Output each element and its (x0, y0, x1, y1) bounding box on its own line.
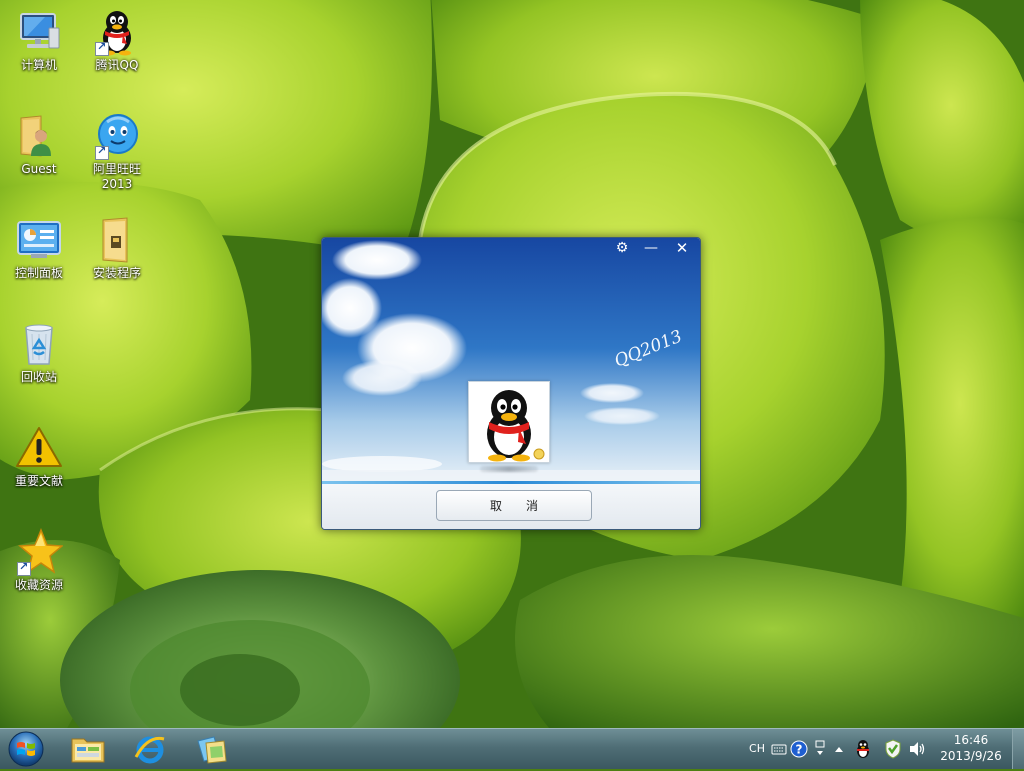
close-icon: ✕ (675, 239, 689, 257)
desktop-icon-label: 腾讯QQ (95, 58, 139, 72)
desktop-icon-documents[interactable]: 重要文献 (2, 424, 76, 489)
input-options-button[interactable] (814, 739, 826, 759)
taskbar-ie-button[interactable] (128, 731, 172, 767)
clock-date: 2013/9/26 (940, 749, 1002, 763)
clock-time: 16:46 (953, 733, 989, 747)
libraries-icon (197, 736, 227, 764)
input-options-icon (815, 740, 825, 755)
desktop-icon-label: 重要文献 (14, 474, 63, 488)
settings-button[interactable]: ⚙ (608, 239, 636, 258)
windows-start-icon (8, 731, 44, 767)
desktop-icon-label: 收藏资源 (14, 578, 63, 592)
desktop-icon-setup[interactable]: 安装程序 (80, 216, 154, 281)
desktop-icon-label: Guest (21, 162, 57, 176)
qq-login-window[interactable]: QQ2013 ⚙ — ✕ 取 消 (321, 237, 701, 530)
keyboard-button[interactable] (770, 739, 788, 759)
warning-icon (15, 424, 63, 472)
clock[interactable]: 16:46 2013/9/26 (936, 732, 1006, 764)
qq-penguin-icon (857, 740, 869, 758)
desktop-icon-label: 阿里旺旺 2013 (92, 162, 141, 191)
shield-icon (885, 739, 901, 759)
tray-qq-button[interactable] (854, 739, 872, 759)
close-button[interactable]: ✕ (666, 239, 698, 258)
speaker-icon (910, 742, 925, 756)
show-hidden-icons-button[interactable] (832, 739, 846, 759)
shortcut-arrow-icon (17, 560, 31, 576)
aliwangwang-icon (93, 112, 141, 160)
avatar (468, 381, 550, 463)
taskbar: CH ? 16:46 2013/9/26 (0, 728, 1024, 769)
svg-text:?: ? (796, 743, 803, 757)
recycle-bin-icon (15, 320, 63, 368)
user-folder-icon (15, 112, 63, 160)
control-panel-icon (15, 216, 63, 264)
help-button[interactable]: ? (790, 739, 808, 759)
desktop-icon-aliwangwang[interactable]: 阿里旺旺 2013 (80, 112, 154, 192)
gear-icon: ⚙ (615, 240, 629, 256)
volume-button[interactable] (908, 739, 926, 759)
shortcut-arrow-icon (95, 40, 109, 56)
keyboard-icon (771, 744, 787, 755)
taskbar-libraries-button[interactable] (190, 731, 234, 767)
desktop-icon-qq[interactable]: 腾讯QQ (80, 8, 154, 73)
windows-explorer-icon (71, 738, 105, 763)
desktop-icon-label: 回收站 (20, 370, 57, 384)
star-icon (15, 527, 64, 576)
qq-penguin-icon (487, 390, 545, 462)
qq-penguin-icon (93, 8, 141, 56)
desktop-icon-control-panel[interactable]: 控制面板 (2, 216, 76, 281)
chevron-up-icon (835, 747, 843, 752)
minimize-icon: — (644, 240, 658, 256)
desktop-icon-label: 安装程序 (92, 266, 141, 280)
folder-icon (93, 216, 141, 264)
internet-explorer-icon (134, 736, 165, 764)
minimize-button[interactable]: — (636, 239, 666, 258)
taskbar-explorer-button[interactable] (66, 731, 110, 767)
desktop-icon-recycle-bin[interactable]: 回收站 (2, 320, 76, 385)
tray-security-button[interactable] (884, 739, 902, 759)
start-button[interactable] (6, 730, 46, 768)
desktop-icon-computer[interactable]: 计算机 (2, 8, 76, 73)
account-name-placeholder (480, 466, 538, 472)
help-icon: ? (790, 740, 808, 758)
desktop-icon-favorites[interactable]: 收藏资源 (2, 527, 76, 593)
system-tray: CH ? 16:46 2013/9/26 (744, 729, 1024, 769)
qq-login-footer: 取 消 (322, 484, 700, 529)
language-indicator[interactable]: CH (746, 739, 768, 759)
desktop-icon-label: 控制面板 (14, 266, 63, 280)
cancel-button[interactable]: 取 消 (436, 490, 592, 521)
computer-icon (15, 8, 63, 56)
desktop-icon-label: 计算机 (20, 58, 57, 72)
shortcut-arrow-icon (95, 144, 109, 160)
desktop-icon-guest[interactable]: Guest (2, 112, 76, 177)
show-desktop-button[interactable] (1012, 729, 1024, 769)
